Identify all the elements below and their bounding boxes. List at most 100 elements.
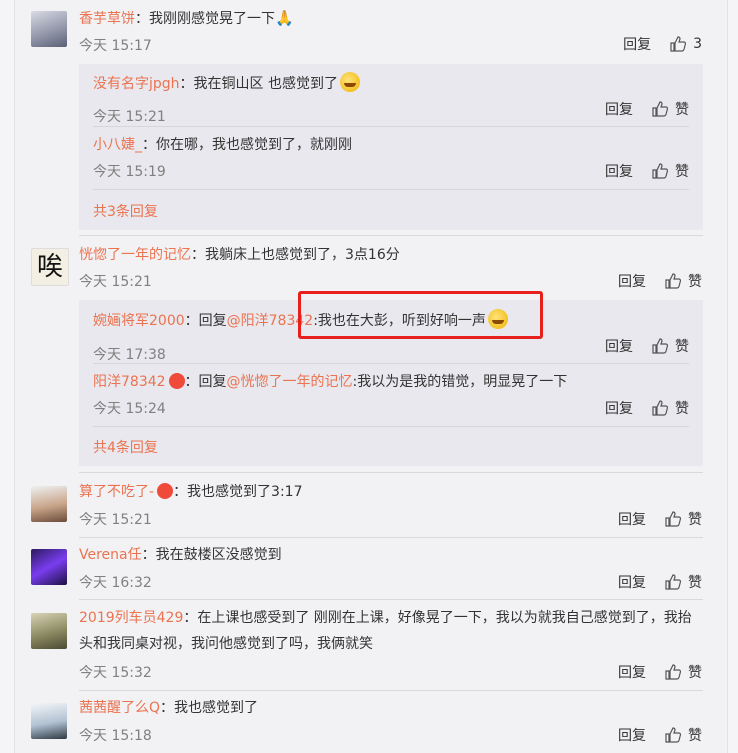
divider [93, 126, 689, 127]
like-label: 赞 [675, 339, 689, 355]
like-label: 赞 [688, 274, 702, 290]
like-label: 赞 [675, 401, 689, 417]
like-label: 赞 [688, 665, 702, 681]
reply-button[interactable]: 回复 [618, 725, 646, 745]
reply-button[interactable]: 回复 [618, 271, 646, 291]
avatar[interactable] [31, 703, 67, 739]
reply-button[interactable]: 回复 [623, 34, 651, 54]
divider [79, 690, 703, 691]
reply-time: 今天 15:19 [93, 164, 166, 180]
reply-time: 今天 17:38 [93, 347, 166, 363]
like-label: 赞 [688, 575, 702, 591]
like-button[interactable]: 赞 [651, 398, 689, 418]
username-link[interactable]: 香芋草饼 [79, 11, 135, 27]
username-link[interactable]: 没有名字jpgh [93, 76, 180, 92]
reply-prefix: ：回复 [184, 313, 227, 329]
divider [79, 537, 703, 538]
reply-actions: 回复 赞 [605, 336, 689, 356]
avatar[interactable] [31, 613, 67, 649]
like-label: 赞 [688, 728, 702, 744]
comment-text: 算了不吃了- ：我也感觉到了3:17 [79, 482, 303, 502]
like-button[interactable]: 赞 [651, 336, 689, 356]
comment-actions: 回复 赞 [618, 662, 702, 682]
like-button[interactable]: 赞 [664, 662, 702, 682]
more-replies-link[interactable]: 共3条回复 [93, 201, 158, 221]
like-button[interactable]: 赞 [664, 509, 702, 529]
comment-actions: 回复 赞 [618, 271, 702, 291]
reply-time: 今天 15:24 [93, 401, 166, 417]
comment-body: ：我刚刚感觉晃了一下 [135, 11, 275, 27]
like-button[interactable]: 赞 [664, 271, 702, 291]
avatar[interactable] [31, 486, 67, 522]
like-button[interactable]: 3 [669, 35, 702, 53]
username-link[interactable]: 婉婳将军2000 [93, 313, 185, 329]
reply-button[interactable]: 回复 [605, 336, 633, 356]
comment-actions: 回复 赞 [618, 509, 702, 529]
thumbs-up-icon [665, 727, 682, 743]
reply-actions: 回复 赞 [605, 161, 689, 181]
divider [93, 426, 689, 427]
reply-button[interactable]: 回复 [618, 662, 646, 682]
like-button[interactable]: 赞 [651, 161, 689, 181]
comment-time: 今天 15:21 [79, 274, 152, 290]
username-link[interactable]: 小八婕_ [93, 137, 142, 153]
comment-page: 香芋草饼：我刚刚感觉晃了一下🙏 今天 15:17 回复 3 没有名字jpgh：我… [0, 0, 738, 753]
reply-button[interactable]: 回复 [605, 161, 633, 181]
vip-badge-icon [168, 373, 185, 389]
thumbs-up-icon [665, 664, 682, 680]
comment-text: 恍惚了一年的记忆：我躺床上也感觉到了，3点16分 [79, 245, 400, 265]
comment-text: 茜茜醒了么Q：我也感觉到了 [79, 698, 258, 718]
username-link[interactable]: Verena任 [79, 547, 142, 563]
reply-text: 没有名字jpgh：我在铜山区 也感觉到了 [93, 72, 360, 94]
username-link[interactable]: 茜茜醒了么Q [79, 700, 160, 716]
username-link[interactable]: 阳洋78342 [93, 374, 166, 390]
thumbs-up-icon [652, 338, 669, 354]
laughing-emoji-icon [340, 72, 360, 92]
reply-text: 小八婕_：你在哪，我也感觉到了，就刚刚 [93, 135, 352, 155]
like-label: 赞 [688, 512, 702, 528]
divider [79, 235, 703, 236]
comment-body: ：我躺床上也感觉到了，3点16分 [191, 247, 400, 263]
comment-body: ：我也感觉到了3:17 [173, 484, 303, 500]
vip-badge-icon [157, 483, 174, 499]
mention-link[interactable]: @恍惚了一年的记忆 [227, 374, 353, 390]
thumbs-up-icon [665, 273, 682, 289]
comment-text: 2019列车员429：在上课也感受到了 刚刚在上课，好像晃了一下，我以为就我自己… [79, 605, 704, 657]
username-link[interactable]: 2019列车员429 [79, 610, 183, 626]
thumbs-up-icon [652, 400, 669, 416]
username-link[interactable]: 算了不吃了- [79, 484, 154, 500]
reply-actions: 回复 赞 [605, 398, 689, 418]
reply-prefix: ：回复 [184, 374, 227, 390]
more-replies-link[interactable]: 共4条回复 [93, 437, 158, 457]
username-link[interactable]: 恍惚了一年的记忆 [79, 247, 191, 263]
divider [79, 599, 703, 600]
comment-body: ：我在鼓楼区没感觉到 [141, 547, 282, 563]
reply-actions: 回复 赞 [605, 99, 689, 119]
comment-time: 今天 15:32 [79, 665, 152, 681]
reply-thread: 没有名字jpgh：我在铜山区 也感觉到了 今天 15:21 回复 赞 小八婕_：… [79, 64, 703, 230]
comment-actions: 回复 赞 [618, 725, 702, 745]
comment-text: 香芋草饼：我刚刚感觉晃了一下🙏 [79, 8, 294, 29]
like-button[interactable]: 赞 [664, 725, 702, 745]
reply-button[interactable]: 回复 [605, 398, 633, 418]
comment-body: ：我也感觉到了 [160, 700, 259, 716]
thumbs-up-icon [652, 101, 669, 117]
reply-body: ：你在哪，我也感觉到了，就刚刚 [142, 137, 352, 153]
pray-emoji-icon: 🙏 [275, 9, 294, 27]
divider [93, 363, 689, 364]
comment-actions: 回复 赞 [618, 572, 702, 592]
avatar[interactable] [31, 549, 67, 585]
thumbs-up-icon [665, 574, 682, 590]
comment-time: 今天 15:18 [79, 728, 152, 744]
reply-button[interactable]: 回复 [618, 572, 646, 592]
avatar[interactable]: 唉 [31, 248, 69, 286]
comment-time: 今天 15:21 [79, 512, 152, 528]
avatar[interactable] [31, 11, 67, 47]
reply-button[interactable]: 回复 [618, 509, 646, 529]
like-button[interactable]: 赞 [651, 99, 689, 119]
divider [93, 189, 689, 190]
reply-body: ：我在铜山区 也感觉到了 [179, 76, 338, 92]
like-button[interactable]: 赞 [664, 572, 702, 592]
reply-button[interactable]: 回复 [605, 99, 633, 119]
comment-time: 今天 15:17 [79, 38, 152, 54]
